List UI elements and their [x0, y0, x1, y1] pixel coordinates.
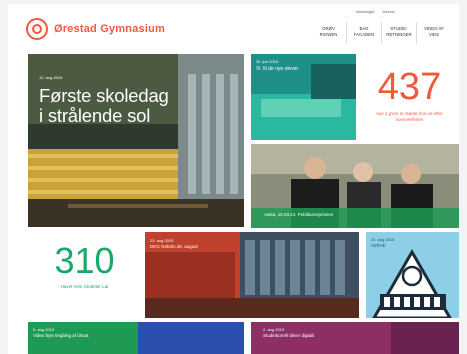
- nav-item-3[interactable]: STUDIE- RETNINGER: [381, 22, 416, 44]
- news-tile-video[interactable]: 5. aug 2015 Video byle tingbing af ûlmat: [28, 322, 244, 354]
- pool-date: 30. jun 2015: [256, 59, 279, 64]
- event-caption: DKG Gebrtis 28. august: [150, 244, 198, 249]
- main-nav: ORØV RIGWEN BAG FACADEN STUDIE- RETNINGE…: [311, 22, 451, 44]
- news-tile-graduates[interactable]: Aalsa, 16.03.14. Publikumspriseen: [251, 144, 459, 228]
- graduates-caption: Aalsa, 16.03.14. Publikumspriseen: [264, 212, 334, 217]
- nav-item-2[interactable]: BAG FACADEN: [346, 22, 381, 44]
- news-tile-avedore[interactable]: 20. aug 2015 AVEAE: [366, 232, 459, 318]
- hero-tile[interactable]: 12. aug 2015 Første skoledag i strålende…: [28, 54, 244, 227]
- utility-links: Ulekologie Arhiver: [356, 9, 395, 14]
- hero-date: 12. aug 2015: [39, 75, 63, 80]
- event-date: 23. aug 2015: [150, 238, 174, 243]
- site-logo[interactable]: Ørestad Gymnasium: [26, 17, 165, 41]
- pool-caption: Vi. til de nye elever: [256, 66, 299, 72]
- util-link[interactable]: Arhiver: [382, 9, 395, 14]
- news-tile-digital[interactable]: 2. aug 2015 Studieborrell bliver digital…: [251, 322, 459, 354]
- nav-item-1[interactable]: ORØV RIGWEN: [311, 22, 346, 44]
- stat-number: 310: [54, 240, 115, 281]
- stat-tile-310: 310 Havet Vein Ündetter Lat: [28, 232, 141, 318]
- news-tile-event[interactable]: 23. aug 2015 DKG Gebrtis 28. august: [145, 232, 359, 318]
- screenshot-frame: Ørestad Gymnasium Ulekologie Arhiver ORØ…: [0, 0, 467, 354]
- video-date: 5. aug 2015: [33, 327, 55, 332]
- stat-number: 437: [377, 66, 442, 108]
- stat-tile-437: 437 nye 1.g'ere er startet hos os efter …: [360, 54, 459, 140]
- stat-caption: nye 1.g'ere er startet hos os efter somm…: [376, 111, 443, 122]
- video-caption: Video byle tingbing af ûlmat: [33, 333, 89, 338]
- util-link[interactable]: Ulekologie: [356, 9, 375, 14]
- digital-caption: Studieborrell bliver digitalt: [263, 333, 315, 338]
- news-tile-pool[interactable]: 30. jun 2015 Vi. til de nye elever: [251, 54, 356, 140]
- stat-caption: Havet Vein Ündetter Lat: [60, 284, 109, 289]
- hero-title: Første skoledag i strålende sol: [39, 85, 169, 126]
- avedore-date: 20. aug 2015: [371, 237, 395, 242]
- website-page: Ørestad Gymnasium Ulekologie Arhiver ORØ…: [8, 4, 459, 354]
- logo-text: Ørestad Gymnasium: [54, 23, 165, 35]
- avedore-caption: AVEAE: [371, 243, 386, 248]
- logo-icon: [26, 18, 48, 40]
- site-header: Ørestad Gymnasium Ulekologie Arhiver ORØ…: [8, 4, 459, 52]
- nav-item-4[interactable]: VIDEO AF VIDS: [416, 22, 451, 44]
- digital-date: 2. aug 2015: [263, 327, 285, 332]
